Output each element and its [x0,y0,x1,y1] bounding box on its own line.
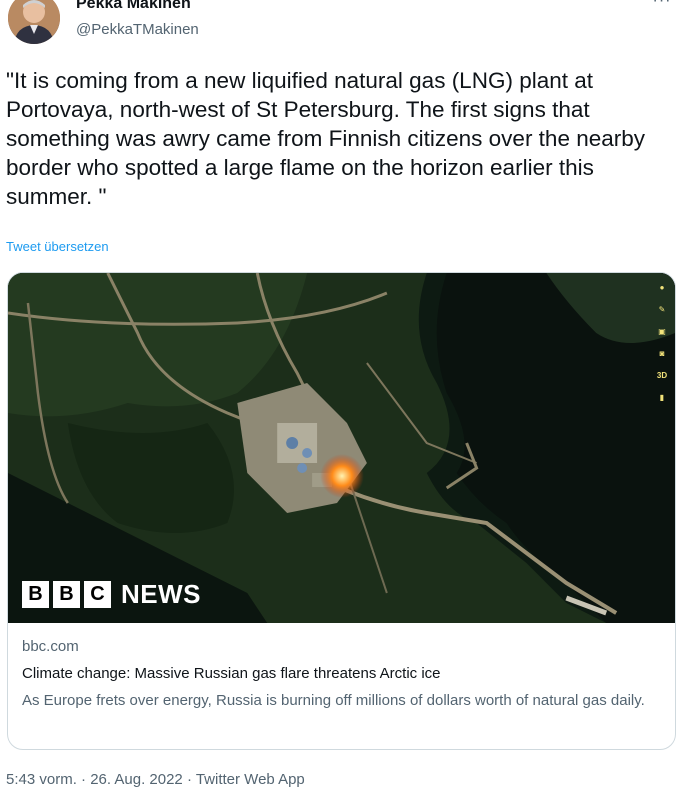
camera-icon: ◙ [659,349,665,358]
avatar[interactable] [8,0,60,44]
avatar-image [8,0,60,44]
layers-icon: ▣ [658,327,666,336]
pencil-icon: ✎ [658,305,666,314]
tweet-header: Pekka Mäkinen @PekkaTMakinen ··· [0,0,680,56]
location-pin-icon: ● [659,283,665,292]
bbc-logo-letter: C [84,581,111,608]
tweet-timestamp[interactable]: 5:43 vorm. · 26. Aug. 2022 · Twitter Web… [6,771,305,788]
bbc-news-logo: B B C NEWS [22,581,201,608]
bbc-news-label: NEWS [121,579,201,609]
card-description: As Europe frets over energy, Russia is b… [22,692,645,709]
link-card[interactable]: ● ✎ ▣ ◙ 3D ▮ B B C NEWS bbc.com Climate … [7,272,676,750]
tweet: Pekka Mäkinen @PekkaTMakinen ··· "It is … [0,0,680,797]
ruler-icon: ▮ [659,393,665,402]
translate-tweet-link[interactable]: Tweet übersetzen [6,239,109,254]
bbc-logo-letter: B [53,581,80,608]
more-horizontal-icon[interactable]: ··· [650,0,674,14]
card-image[interactable]: ● ✎ ▣ ◙ 3D ▮ B B C NEWS [8,273,675,623]
user-handle[interactable]: @PekkaTMakinen [76,20,199,40]
card-title: Climate change: Massive Russian gas flar… [22,665,441,682]
gas-flare [320,454,364,498]
map-toolbar: ● ✎ ▣ ◙ 3D ▮ [655,277,669,409]
map-3d-label: 3D [656,371,668,380]
display-name[interactable]: Pekka Mäkinen [76,0,199,14]
user-info: Pekka Mäkinen @PekkaTMakinen [76,0,199,40]
card-domain: bbc.com [22,638,79,655]
card-text[interactable]: bbc.com Climate change: Massive Russian … [22,637,662,712]
bbc-logo-letter: B [22,581,49,608]
tweet-text: "It is coming from a new liquified natur… [6,68,646,209]
satellite-image [8,273,675,623]
